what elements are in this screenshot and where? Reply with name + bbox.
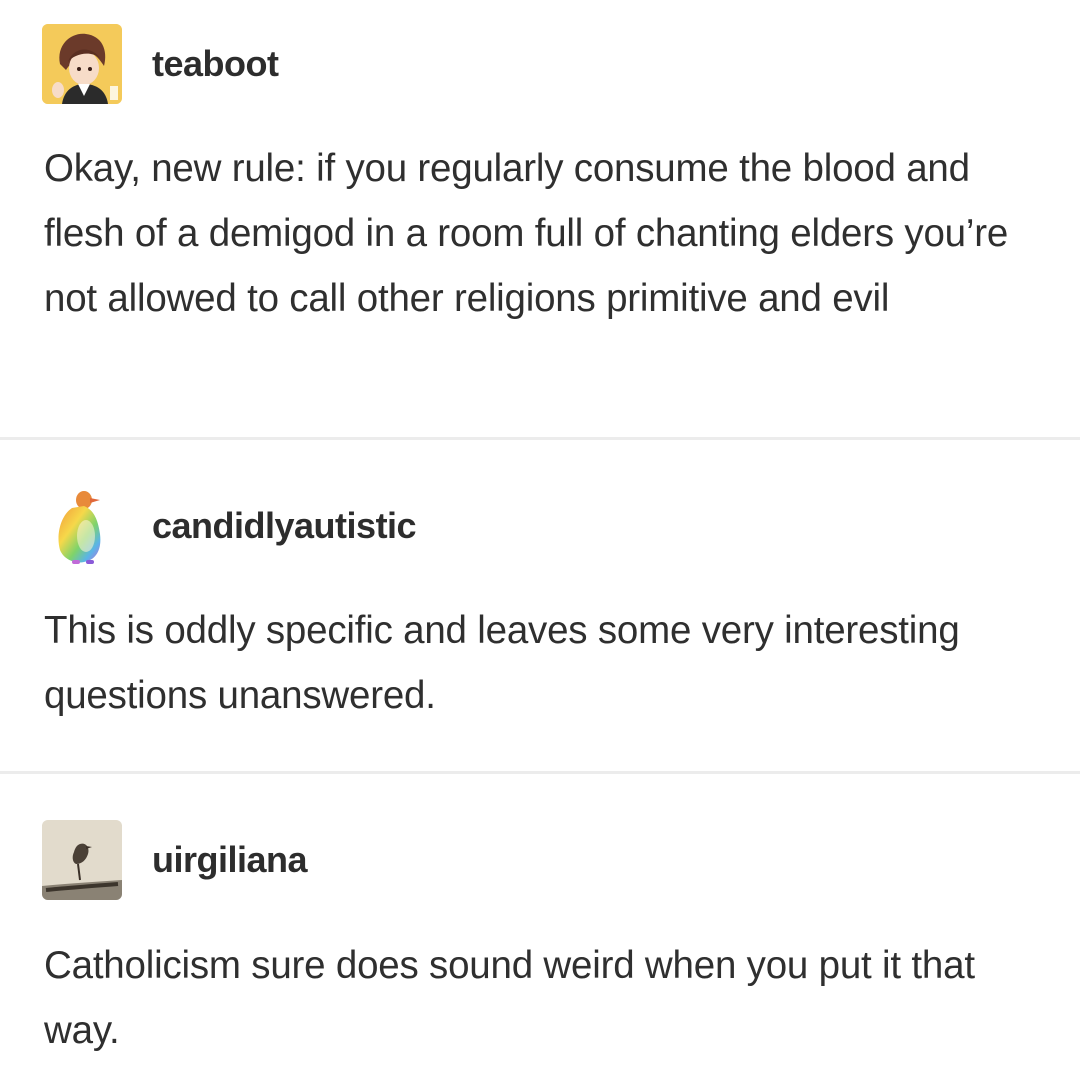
post-header: candidlyautistic [42,486,417,566]
post-text: Catholicism sure does sound weird when y… [44,944,975,1052]
post-text: This is oddly specific and leaves some v… [44,609,960,717]
username[interactable]: candidlyautistic [152,505,417,547]
anime-character-avatar-icon[interactable] [42,24,122,104]
post-text: Okay, new rule: if you regularly consume… [44,147,1009,320]
post-header: uirgiliana [42,820,308,900]
rainbow-penguin-avatar-icon[interactable] [42,486,122,566]
bird-avatar-icon[interactable] [42,820,122,900]
username[interactable]: uirgiliana [152,839,308,881]
divider [0,437,1080,440]
post-header: teaboot [42,24,279,104]
divider [0,771,1080,774]
username[interactable]: teaboot [152,43,279,85]
